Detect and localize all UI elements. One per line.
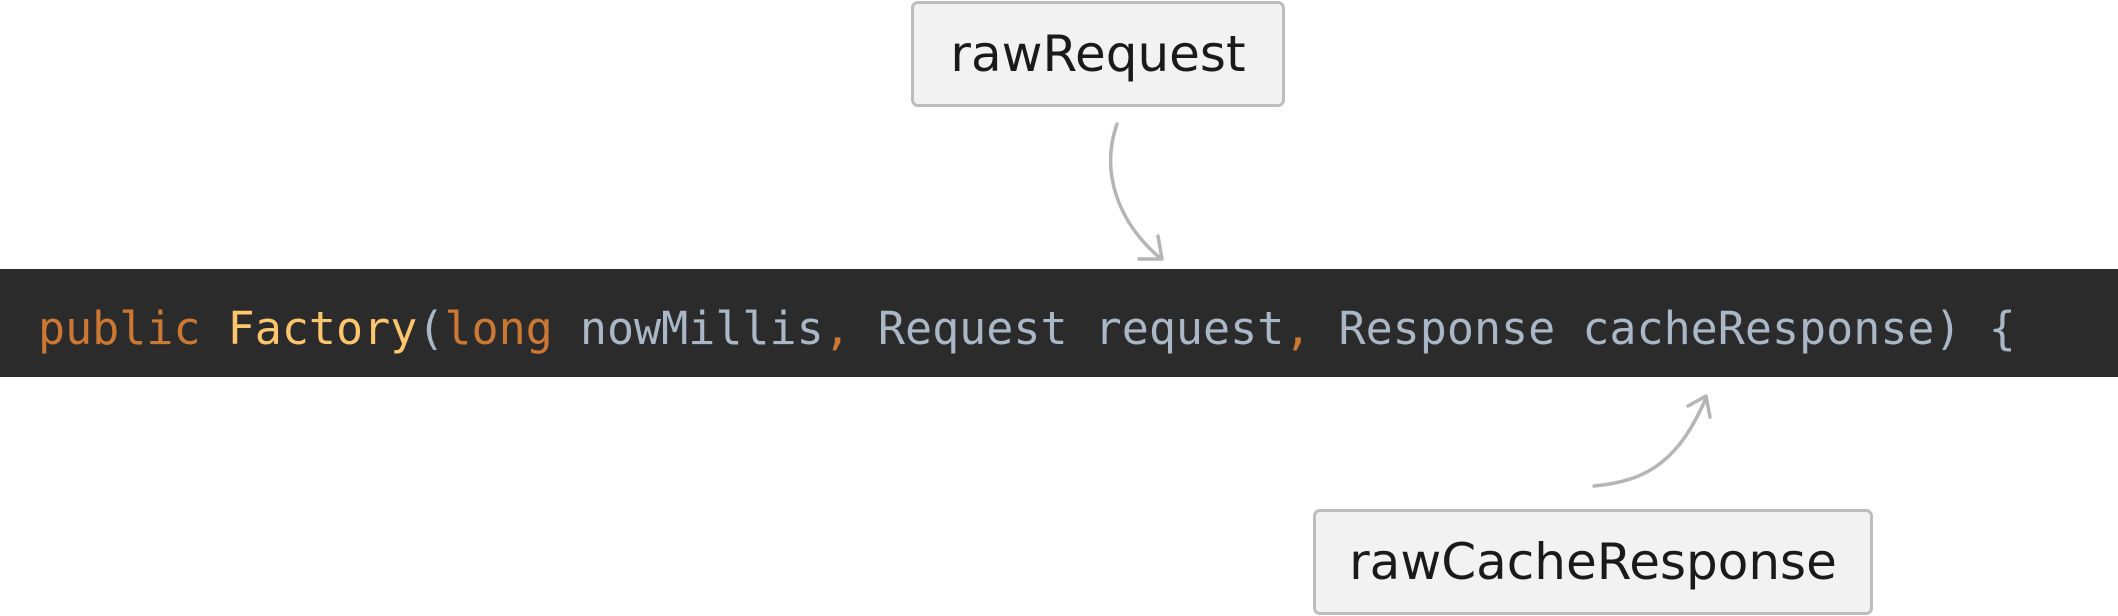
- code-token-comma-1: ,: [823, 301, 851, 355]
- label-raw-request-text: rawRequest: [950, 25, 1246, 83]
- code-token-long: long: [444, 301, 553, 355]
- arrow-to-cache-response: [1592, 394, 1712, 488]
- arrow-to-request: [1108, 122, 1164, 261]
- label-raw-cache-response: rawCacheResponse: [1313, 509, 1873, 615]
- code-line: public Factory(long nowMillis, Request r…: [0, 269, 2118, 377]
- label-raw-request: rawRequest: [911, 1, 1285, 107]
- code-token-factory: Factory: [227, 301, 418, 355]
- code-token-response-param: Response cacheResponse) {: [1311, 301, 2016, 355]
- code-token-comma-2: ,: [1284, 301, 1312, 355]
- code-token-request-param: Request request: [850, 301, 1285, 355]
- code-token-public: public: [38, 301, 201, 355]
- label-raw-cache-response-text: rawCacheResponse: [1349, 533, 1837, 591]
- code-token-now-millis: nowMillis: [552, 301, 824, 355]
- code-token-open-paren: (: [417, 301, 445, 355]
